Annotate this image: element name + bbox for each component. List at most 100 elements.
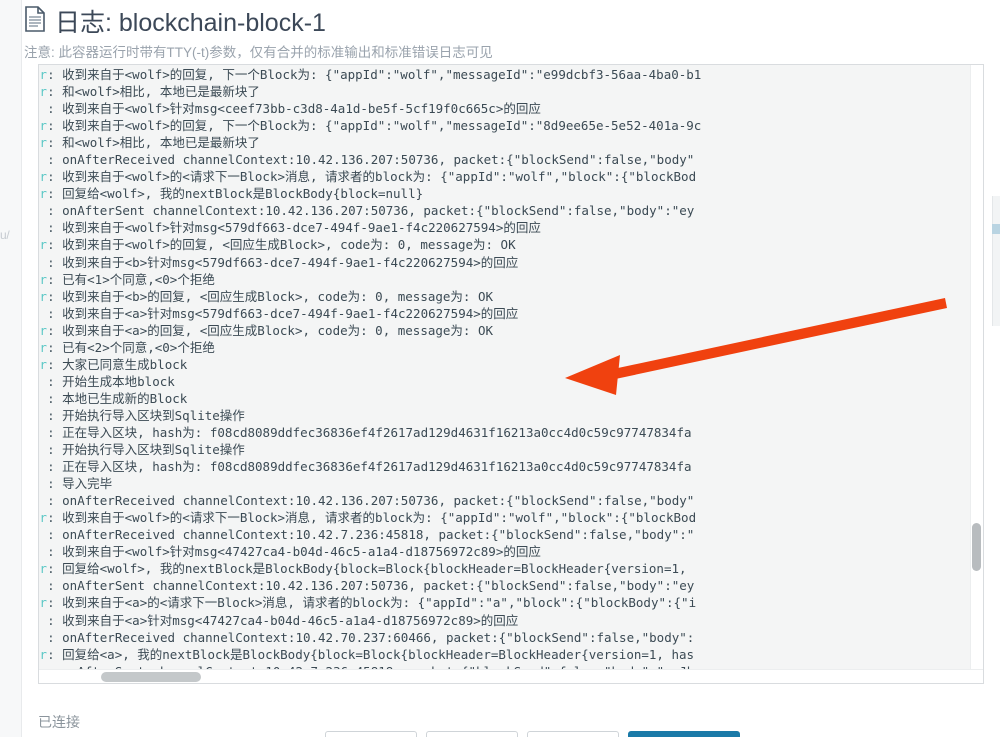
log-line: ] c.m.b.s.h.s.TotalBlockInfoRequestHandl…	[39, 560, 701, 577]
footer-button-3[interactable]	[527, 731, 619, 737]
log-line: ] c.m.b.s.h.c.GenerateBlockResponseHandl…	[39, 271, 701, 288]
log-line: ] c.m.b.s.server.BlockServerAioListener …	[39, 629, 701, 646]
log-line: ] c.m.b.s.h.s.TotalBlockInfoRequestHandl…	[39, 168, 701, 185]
log-separator: :	[47, 544, 63, 560]
log-logger: c.m.b.s.server.BlockServerAioListener	[39, 527, 47, 542]
log-line: ] c.m.b.s.server.BlockServerAioListener …	[39, 526, 701, 543]
log-line: ] .m.b.s.h.c.TotalBlockInfoResponseHandl…	[39, 117, 701, 134]
log-line: ] c.m.b.s.client.BlockClientAioHandler :…	[39, 612, 701, 629]
document-icon	[24, 6, 46, 40]
log-logger: c.m.b.s.h.s.TotalBlockInfoRequestHandler	[39, 186, 48, 202]
log-message: 回复给<a>, 我的nextBlock是BlockBody{block=Bloc…	[62, 646, 695, 662]
log-viewer-page: u/ 日志: blockchain-block-1 注意: 此容器运行时带有TT…	[0, 0, 1000, 737]
log-separator: :	[47, 271, 63, 287]
log-logger: c.m.b.core.sqlite.SqliteManager	[39, 425, 47, 440]
log-message: 回复给<wolf>, 我的nextBlock是BlockBody{block=n…	[62, 186, 424, 202]
log-line: ] .m.b.s.h.c.TotalBlockInfoResponseHandl…	[39, 66, 701, 83]
log-message: 收到来自于<b>针对msg<579df663-dce7-494f-9ae1-f4…	[62, 254, 519, 270]
log-message: onAfterReceived channelContext:10.42.7.2…	[62, 527, 695, 543]
log-logger: c.m.b.s.h.s.TotalBlockInfoRequestHandler	[39, 169, 48, 185]
log-logger: c.m.b.s.h.s.TotalBlockInfoRequestHandler	[39, 646, 48, 662]
log-console[interactable]: ] .m.b.s.h.c.TotalBlockInfoResponseHandl…	[38, 64, 984, 684]
log-vertical-scrollbar-thumb[interactable]	[972, 523, 981, 571]
log-separator: :	[47, 254, 63, 270]
log-logger: c.m.b.s.h.c.GenerateBlockResponseHandler	[39, 339, 48, 355]
log-logger: c.m.b.s.server.BlockServerAioListener	[39, 203, 47, 218]
log-separator: :	[47, 646, 63, 662]
log-logger: c.m.b.core.manager.DbBlockManager	[39, 374, 47, 389]
log-separator: :	[47, 186, 63, 202]
log-message: 收到来自于<wolf>的回复, 下一个Block为: {"appId":"wol…	[62, 67, 702, 82]
log-message: 收到来自于<wolf>的回复, <回应生成Block>, code为: 0, m…	[62, 237, 516, 253]
log-line: ] c.m.b.s.client.BlockClientAioHandler :…	[39, 254, 701, 271]
log-logger: c.m.b.s.server.BlockServerAioListener	[39, 493, 47, 508]
log-line: ] c.m.b.s.server.BlockServerAioListener …	[39, 577, 701, 594]
log-separator: :	[47, 510, 63, 526]
log-line: ] c.m.b.s.client.BlockClientAioHandler :…	[39, 305, 701, 322]
log-line: ] c.m.b.s.h.c.GenerateBlockResponseHandl…	[39, 356, 701, 373]
log-message: 收到来自于<b>的回复, <回应生成Block>, code为: 0, mess…	[62, 288, 494, 304]
log-logger: c.m.b.s.client.BlockClientAioHandler	[39, 544, 47, 559]
background-right-accent	[992, 224, 1000, 234]
log-logger: c.m.b.s.h.c.GenerateBlockResponseHandler	[39, 288, 48, 304]
log-message: 收到来自于<wolf>针对msg<ceef73bb-c3d8-4a1d-be5f…	[62, 101, 541, 117]
log-message: 收到来自于<a>的<请求下一Block>消息, 请求者的block为: {"ap…	[62, 595, 697, 611]
footer-button-4[interactable]	[628, 731, 740, 737]
log-separator: :	[47, 305, 63, 321]
log-line: ] c.m.b.s.client.BlockClientAioHandler :…	[39, 543, 701, 560]
log-line: ] c.m.b.s.client.BlockClientAioHandler :…	[39, 219, 701, 236]
log-line: ] c.m.b.s.server.BlockServerAioListener …	[39, 492, 701, 509]
log-logger: c.m.b.s.client.BlockClientAioHandler	[39, 306, 47, 321]
log-message: 收到来自于<wolf>的<请求下一Block>消息, 请求者的block为: {…	[62, 510, 697, 526]
log-separator: :	[47, 220, 63, 236]
log-logger: c.m.b.s.h.c.GenerateBlockResponseHandler	[39, 271, 48, 287]
log-line: ] c.m.b.s.h.s.TotalBlockInfoRequestHandl…	[39, 509, 701, 526]
log-logger: c.m.b.s.h.s.TotalBlockInfoRequestHandler	[39, 595, 48, 611]
footer-button-1[interactable]	[325, 731, 417, 737]
log-line: ] c.m.b.s.h.s.TotalBlockInfoRequestHandl…	[39, 646, 701, 663]
log-separator: :	[47, 203, 63, 219]
log-message: 和<wolf>相比, 本地已是最新块了	[62, 84, 260, 100]
page-title-text: 日志: blockchain-block-1	[55, 9, 326, 37]
log-message: 开始生成本地block	[62, 373, 175, 389]
log-message: 回复给<wolf>, 我的nextBlock是BlockBody{block=B…	[62, 561, 687, 577]
log-horizontal-scrollbar-thumb[interactable]	[101, 672, 201, 682]
background-left-strip	[0, 0, 22, 737]
log-message: onAfterReceived channelContext:10.42.136…	[62, 152, 695, 168]
log-message: 已有<1>个同意,<0>个拒绝	[62, 271, 215, 287]
log-message: 开始执行导入区块到Sqlite操作	[62, 442, 245, 458]
log-line: ] .m.b.s.h.c.TotalBlockInfoResponseHandl…	[39, 134, 701, 151]
log-separator: :	[47, 578, 63, 594]
log-logger: .m.b.s.h.c.TotalBlockInfoResponseHandler	[39, 135, 48, 151]
log-line-list: ] .m.b.s.h.c.TotalBlockInfoResponseHandl…	[39, 66, 701, 683]
footer-button-group	[325, 731, 740, 737]
log-message: 导入完毕	[62, 476, 113, 492]
log-message: 收到来自于<a>针对msg<47427ca4-b04d-46c5-a1a4-d1…	[62, 612, 519, 628]
log-logger: c.m.b.s.h.s.TotalBlockInfoRequestHandler	[39, 561, 48, 577]
background-ghost-text: u/	[0, 228, 10, 242]
log-separator: :	[47, 237, 63, 253]
log-message: onAfterSent channelContext:10.42.136.207…	[62, 578, 695, 594]
log-vertical-scrollbar[interactable]	[970, 65, 983, 671]
log-separator: :	[47, 339, 63, 355]
log-logger: c.m.b.core.manager.DbBlockManager	[39, 391, 47, 406]
tty-note: 注意: 此容器运行时带有TTY(-t)参数，仅有合并的标准输出和标准错误日志可见	[24, 45, 493, 60]
footer-button-2[interactable]	[426, 731, 518, 737]
log-logger: .m.b.s.h.c.TotalBlockInfoResponseHandler	[39, 118, 48, 134]
log-header: 日志: blockchain-block-1 注意: 此容器运行时带有TTY(-…	[24, 6, 984, 62]
log-line: ] c.m.b.core.sqlite.SqliteManager : 开始执行…	[39, 441, 701, 458]
log-separator: :	[47, 390, 63, 406]
log-message: 收到来自于<a>针对msg<579df663-dce7-494f-9ae1-f4…	[62, 305, 519, 321]
log-logger: .m.b.s.h.c.TotalBlockInfoResponseHandler	[39, 67, 48, 82]
log-separator: :	[47, 459, 63, 475]
log-horizontal-scrollbar[interactable]	[39, 669, 983, 683]
log-separator: :	[47, 373, 63, 389]
log-separator: :	[47, 595, 63, 611]
log-line: ] c.m.b.s.h.c.GenerateBlockResponseHandl…	[39, 236, 701, 253]
log-line: ] .m.b.s.h.c.TotalBlockInfoResponseHandl…	[39, 83, 701, 100]
log-message: 收到来自于<a>的回复, <回应生成Block>, code为: 0, mess…	[62, 322, 494, 338]
log-line: ] c.m.b.core.sqlite.SqliteManager : 正在导入…	[39, 458, 701, 475]
log-separator: :	[47, 118, 63, 134]
log-console-viewport: ] .m.b.s.h.c.TotalBlockInfoResponseHandl…	[39, 65, 983, 683]
log-logger: c.m.b.s.client.BlockClientAioHandler	[39, 613, 47, 628]
